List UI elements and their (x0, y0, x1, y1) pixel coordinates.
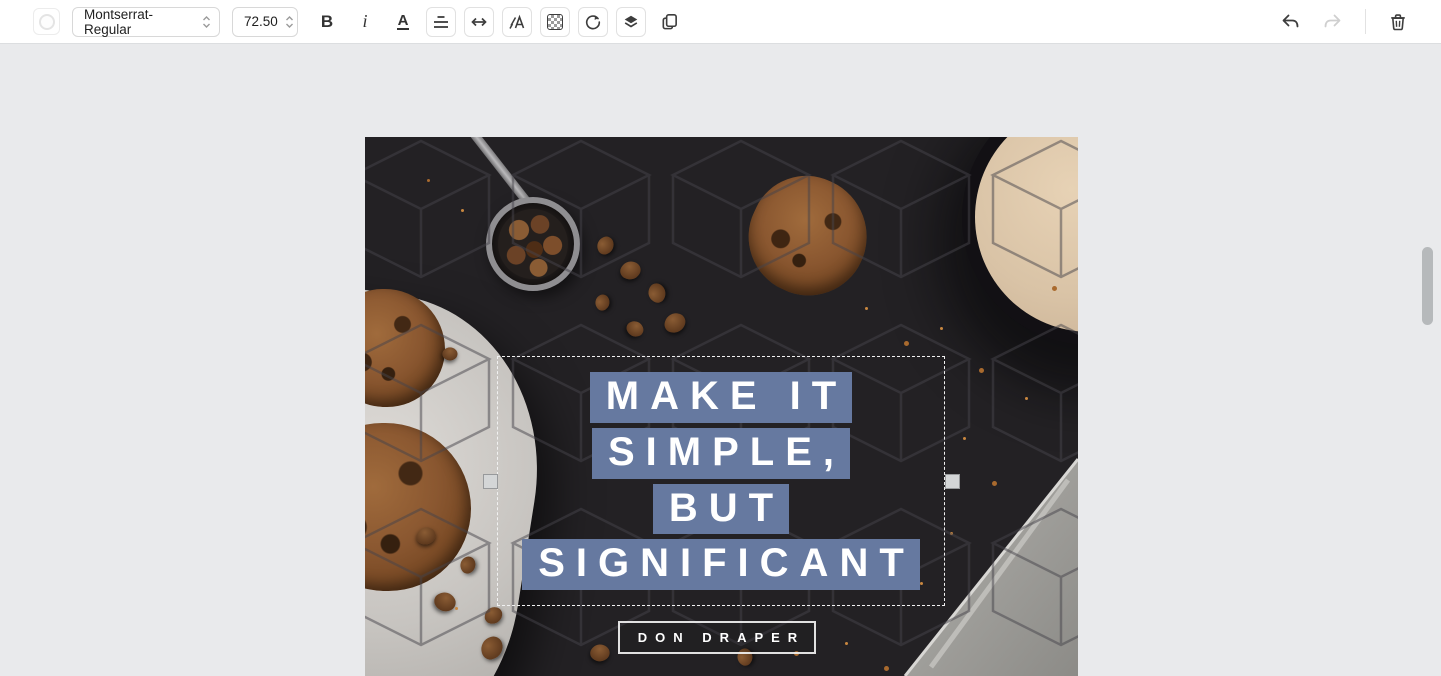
text-element-selection[interactable]: MAKE IT SIMPLE, BUT SIGNIFICANT (497, 356, 945, 606)
rotate-icon (585, 14, 601, 29)
letter-spacing-button[interactable] (464, 6, 494, 37)
quote-line[interactable]: SIMPLE, (591, 427, 851, 479)
stepper-icon (202, 15, 211, 29)
vertical-scrollbar[interactable] (1422, 247, 1433, 325)
font-family-select[interactable]: Montserrat-Regular (72, 6, 220, 37)
font-size-input[interactable]: 72.50 (232, 6, 298, 37)
stepper-icon (285, 15, 294, 29)
copy-icon (662, 14, 677, 30)
italic-button[interactable]: i (350, 6, 380, 37)
history-actions-group (1275, 6, 1413, 37)
resize-handle-left[interactable] (483, 474, 498, 489)
duplicate-button[interactable] (654, 6, 684, 37)
attribution-text[interactable]: DON DRAPER (618, 621, 816, 654)
align-center-icon (434, 15, 448, 28)
delete-button[interactable] (1383, 6, 1413, 37)
align-center-button[interactable] (426, 6, 456, 37)
quote-line[interactable]: MAKE IT (589, 371, 853, 423)
text-slant-button[interactable] (502, 6, 532, 37)
quote-line[interactable]: SIGNIFICANT (522, 539, 920, 591)
quote-line[interactable]: BUT (652, 483, 790, 535)
bold-icon: B (320, 11, 334, 31)
layers-icon (624, 15, 638, 27)
font-size-value: 72.50 (244, 14, 278, 29)
rotate-button[interactable] (578, 6, 608, 37)
underlined-a-icon: A (396, 11, 410, 31)
bold-button[interactable]: B (312, 6, 342, 37)
resize-handle-right[interactable] (945, 474, 960, 489)
checkerboard-icon (547, 13, 563, 30)
slanted-a-icon (509, 14, 525, 29)
editor-toolbar: Montserrat-Regular 72.50 B i A (0, 0, 1441, 44)
color-swatch-button[interactable] (33, 8, 60, 35)
redo-icon (1324, 14, 1341, 27)
trash-icon (1391, 13, 1405, 30)
undo-icon (1282, 14, 1299, 27)
design-canvas[interactable]: MAKE IT SIMPLE, BUT SIGNIFICANT DON DRAP… (0, 44, 1441, 676)
font-family-value: Montserrat-Regular (84, 6, 154, 37)
opacity-button[interactable] (540, 6, 570, 37)
color-swatch-icon (38, 13, 55, 30)
layers-button[interactable] (616, 6, 646, 37)
text-color-button[interactable]: A (388, 6, 418, 37)
design-artboard[interactable]: MAKE IT SIMPLE, BUT SIGNIFICANT DON DRAP… (365, 137, 1078, 676)
undo-button[interactable] (1275, 6, 1305, 37)
toolbar-divider (1365, 9, 1366, 34)
italic-icon: i (362, 11, 368, 31)
text-format-group: Montserrat-Regular 72.50 B i A (33, 6, 684, 37)
redo-button[interactable] (1318, 6, 1348, 37)
horizontal-arrow-icon (471, 17, 487, 26)
